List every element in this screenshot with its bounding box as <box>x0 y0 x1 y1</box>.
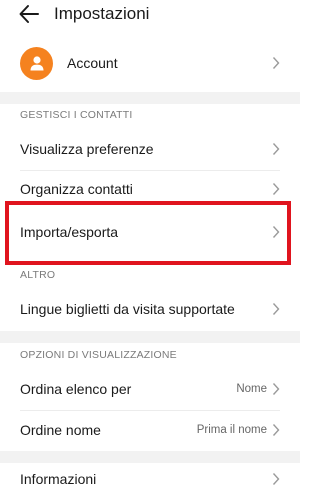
view-preferences-label: Visualizza preferenze <box>20 141 154 157</box>
chevron-right-icon <box>272 143 280 155</box>
info-row[interactable]: Informazioni <box>0 463 300 495</box>
section-divider <box>0 92 300 104</box>
section-divider <box>0 331 300 343</box>
section-header-display: OPZIONI DI VISUALIZZAZIONE <box>20 349 177 361</box>
name-order-label: Ordine nome <box>20 422 101 438</box>
chevron-right-icon <box>272 57 280 69</box>
chevron-right-icon <box>272 303 280 315</box>
top-app-bar: Impostazioni <box>0 0 300 32</box>
sort-list-value: Nome <box>236 383 267 395</box>
organize-contacts-label: Organizza contatti <box>20 181 133 197</box>
info-label: Informazioni <box>20 471 97 487</box>
section-header-other: ALTRO <box>20 269 56 281</box>
name-order-value: Prima il nome <box>196 424 267 436</box>
person-icon <box>30 56 43 71</box>
section-divider <box>0 451 300 463</box>
sort-list-label: Ordina elenco per <box>20 381 132 397</box>
chevron-right-icon <box>272 473 280 485</box>
chevron-right-icon <box>272 226 280 238</box>
import-export-row[interactable]: Importa/esporta <box>0 209 300 255</box>
supported-languages-label: Lingue biglietti da visita supportate <box>20 301 235 317</box>
supported-languages-row[interactable]: Lingue biglietti da visita supportate <box>0 290 300 328</box>
account-row[interactable]: Account <box>0 42 300 84</box>
organize-contacts-row[interactable]: Organizza contatti <box>0 171 300 207</box>
name-order-row[interactable]: Ordine nome Prima il nome <box>0 411 300 449</box>
back-arrow-icon[interactable] <box>18 3 40 25</box>
view-preferences-row[interactable]: Visualizza preferenze <box>0 130 300 168</box>
chevron-right-icon <box>272 424 280 436</box>
import-export-label: Importa/esporta <box>20 224 119 240</box>
sort-list-row[interactable]: Ordina elenco per Nome <box>0 370 300 408</box>
chevron-right-icon <box>272 183 280 195</box>
chevron-right-icon <box>272 383 280 395</box>
page-title: Impostazioni <box>54 4 150 23</box>
account-label: Account <box>67 55 118 71</box>
avatar <box>20 46 53 80</box>
section-header-contacts: GESTISCI I CONTATTI <box>20 109 133 121</box>
